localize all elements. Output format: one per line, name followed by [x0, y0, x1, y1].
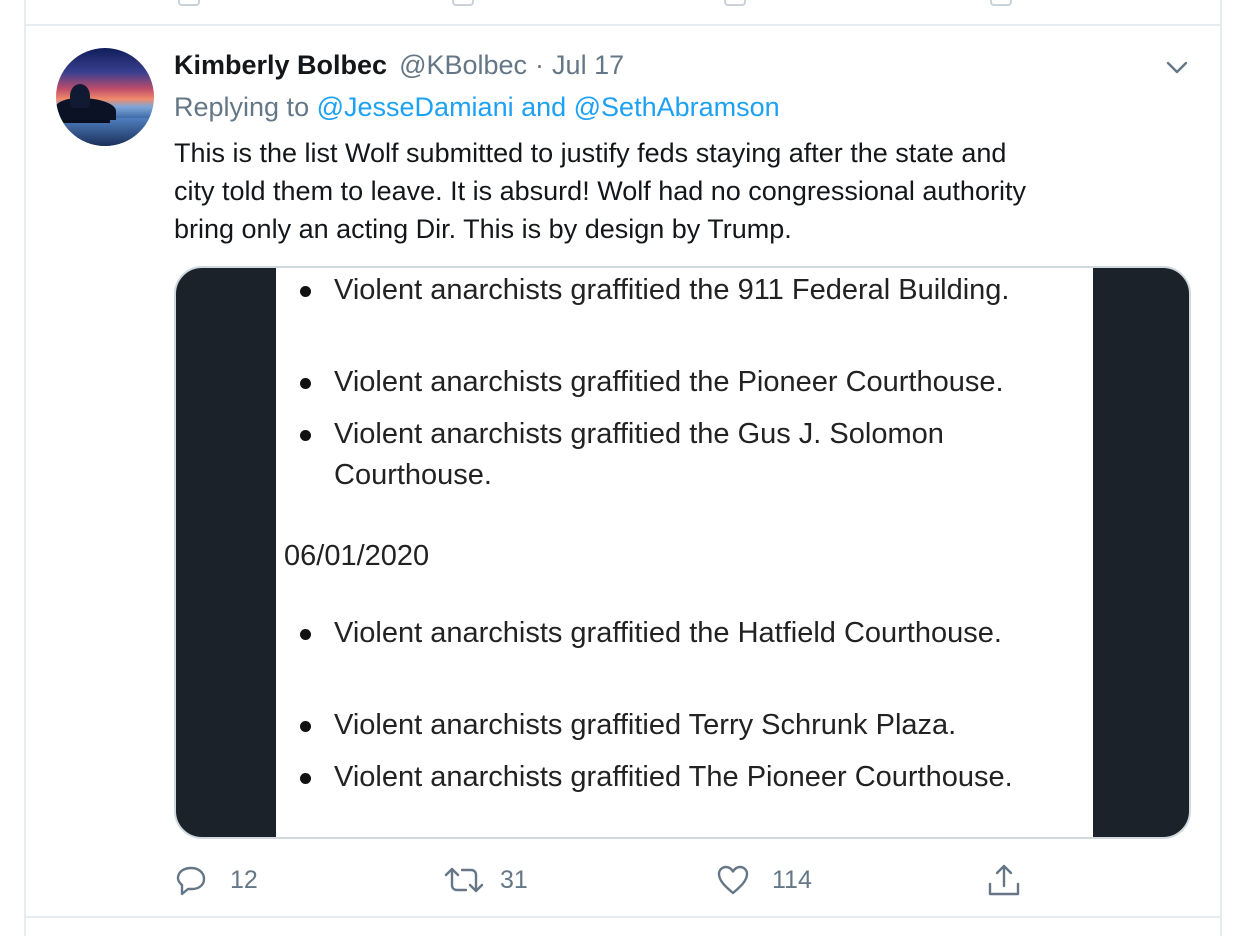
- share-button[interactable]: [987, 860, 1021, 900]
- reply-icon[interactable]: [178, 0, 200, 6]
- like-count: 114: [772, 865, 812, 894]
- like-button[interactable]: 114: [716, 860, 812, 900]
- reply-icon: [176, 866, 206, 896]
- tweet-media-image[interactable]: Violent anarchists graffitied the 911 Fe…: [174, 266, 1191, 839]
- date-heading: 06/01/2020: [284, 540, 430, 572]
- retweet-icon[interactable]: [452, 0, 474, 6]
- author-name[interactable]: Kimberly Bolbec: [174, 50, 387, 81]
- like-icon: [717, 865, 749, 895]
- list-item: Violent anarchists graffitied the Gus J.…: [300, 414, 1094, 496]
- replying-prefix: Replying to: [174, 92, 310, 122]
- author-handle[interactable]: @KBolbec: [399, 50, 527, 81]
- retweet-icon: [444, 867, 484, 893]
- document-screenshot: Violent anarchists graffitied the 911 Fe…: [276, 268, 1094, 837]
- replying-to: Replying to @JesseDamiani and @SethAbram…: [174, 92, 780, 123]
- separator-dot: ·: [535, 50, 545, 80]
- share-icon[interactable]: [990, 0, 1012, 6]
- retweet-button[interactable]: 31: [442, 860, 528, 900]
- list-item: Violent anarchists graffitied the Pionee…: [300, 362, 1094, 403]
- tweet-date[interactable]: Jul 17: [552, 50, 624, 81]
- reply-count: 12: [230, 865, 258, 894]
- list-item: Violent anarchists graffitied The Pionee…: [300, 757, 1094, 798]
- tweet-header: Kimberly Bolbec @KBolbec · Jul 17: [174, 50, 624, 86]
- reply-button[interactable]: 12: [174, 860, 258, 900]
- share-icon: [988, 864, 1020, 896]
- tweet-divider: [24, 916, 1222, 918]
- chevron-down-icon[interactable]: [1164, 58, 1190, 78]
- retweet-count: 31: [500, 865, 528, 894]
- previous-tweet-actions: [24, 0, 1222, 26]
- like-icon[interactable]: [724, 0, 746, 6]
- list-item: Violent anarchists graffitied the 911 Fe…: [300, 270, 1094, 311]
- list-item: Violent anarchists graffitied the Hatfie…: [300, 613, 1094, 654]
- list-item: Violent anarchists graffitied Terry Schr…: [300, 705, 1094, 746]
- avatar[interactable]: [56, 48, 154, 146]
- tweet-actions: 12 31 114: [0, 860, 1242, 900]
- tweet-text: This is the list Wolf submitted to justi…: [174, 138, 1026, 244]
- replying-to-users[interactable]: @JesseDamiani and @SethAbramson: [317, 92, 780, 122]
